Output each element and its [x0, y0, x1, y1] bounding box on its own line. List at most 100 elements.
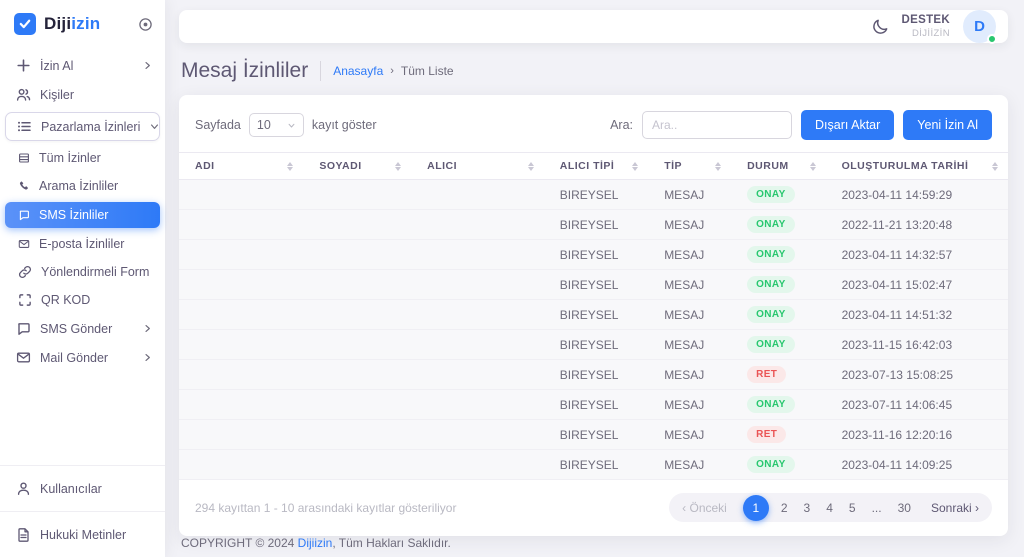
column-header-soyadi[interactable]: SOYADI — [303, 153, 411, 180]
export-button[interactable]: Dışarı Aktar — [801, 110, 894, 140]
chat-icon — [16, 321, 31, 336]
table-row[interactable]: BIREYSELMESAJRET2023-07-13 15:08:25 — [179, 360, 1008, 390]
column-header-durum[interactable]: DURUM — [731, 153, 826, 180]
table-header-row: ADI SOYADI ALICI ALICI TİPİ TİP DURUM OL… — [179, 153, 1008, 180]
dark-mode-moon-icon[interactable] — [872, 18, 889, 35]
sidebar-item-arama-izinliler[interactable]: Arama İzinliler — [0, 173, 165, 199]
page-title: Mesaj İzinliler — [181, 59, 308, 83]
chevron-down-icon — [149, 121, 160, 132]
sort-icon — [395, 162, 401, 171]
avatar[interactable]: D — [963, 10, 996, 43]
table-row[interactable]: BIREYSELMESAJONAY2023-04-11 15:02:47 — [179, 270, 1008, 300]
data-table-card: Sayfada 10 kayıt göster Ara: Dışarı Akta… — [179, 95, 1008, 536]
sidebar-item-izin-al[interactable]: İzin Al — [0, 52, 165, 79]
user-icon — [16, 481, 31, 496]
sidebar-item-pazarlama-izinleri[interactable]: Pazarlama İzinleri — [5, 112, 160, 141]
page-size-select[interactable]: 10 — [249, 113, 304, 137]
pagination-page[interactable]: 3 — [796, 501, 819, 515]
brand-name: Dijiizin — [44, 14, 100, 34]
pagination-ellipsis: ... — [864, 501, 890, 515]
table-row[interactable]: BIREYSELMESAJRET2023-11-16 12:20:16 — [179, 420, 1008, 450]
sort-icon — [992, 162, 998, 171]
sidebar-footer-hukuki: Hukuki Metinler — [0, 511, 165, 557]
mail-icon — [18, 238, 30, 250]
breadcrumb-home-link[interactable]: Anasayfa — [333, 64, 383, 78]
page-size-prefix: Sayfada — [195, 118, 241, 132]
sort-icon — [632, 162, 638, 171]
sidebar-pin-icon[interactable] — [138, 17, 153, 32]
copyright-brand-link[interactable]: Dijiizin — [298, 536, 333, 550]
status-badge: ONAY — [747, 186, 795, 203]
sidebar-item-qr-kod[interactable]: QR KOD — [0, 287, 165, 313]
chevron-right-icon — [142, 352, 153, 363]
breadcrumb-current: Tüm Liste — [401, 64, 454, 78]
sidebar-item-kisiler[interactable]: Kişiler — [0, 81, 165, 108]
sidebar-item-eposta-izinliler[interactable]: E-posta İzinliler — [0, 231, 165, 257]
link-icon — [18, 265, 32, 279]
status-badge: ONAY — [747, 276, 795, 293]
page-size-control: Sayfada 10 kayıt göster — [195, 113, 377, 137]
qr-scan-icon — [18, 293, 32, 307]
table-row[interactable]: BIREYSELMESAJONAY2023-04-11 14:09:25 — [179, 450, 1008, 480]
sidebar-item-kullanicilar[interactable]: Kullanıcılar — [0, 467, 165, 510]
sidebar-item-yonlendirmeli-form[interactable]: Yönlendirmeli Form — [0, 259, 165, 285]
sidebar-item-hukuki-metinler[interactable]: Hukuki Metinler — [0, 513, 165, 556]
column-header-tip[interactable]: TİP — [648, 153, 731, 180]
plus-icon — [16, 58, 31, 73]
sidebar: Dijiizin İzin Al Kişiler Pazarlama İzinl… — [0, 0, 165, 557]
status-badge: ONAY — [747, 396, 795, 413]
column-header-tarih[interactable]: OLUŞTURULMA TARİHİ — [826, 153, 1008, 180]
document-icon — [16, 527, 31, 542]
status-badge: ONAY — [747, 306, 795, 323]
table-row[interactable]: BIREYSELMESAJONAY2022-11-21 13:20:48 — [179, 210, 1008, 240]
page-header: Mesaj İzinliler Anasayfa › Tüm Liste — [181, 59, 1006, 83]
table-row[interactable]: BIREYSELMESAJONAY2023-11-15 16:42:03 — [179, 330, 1008, 360]
list-icon — [17, 119, 32, 134]
user-menu[interactable]: DESTEK DİJİİZİN — [902, 13, 950, 39]
column-header-adi[interactable]: ADI — [179, 153, 303, 180]
pagination-page[interactable]: 2 — [773, 501, 796, 515]
sidebar-item-mail-gonder[interactable]: Mail Gönder — [0, 344, 165, 371]
pagination-next[interactable]: Sonraki › — [919, 501, 987, 515]
pagination-page[interactable]: 4 — [818, 501, 841, 515]
pagination: ‹ Önceki 1 2 3 4 5 ... 30 Sonraki › — [669, 493, 992, 522]
search-label: Ara: — [610, 118, 633, 132]
topbar: DESTEK DİJİİZİN D — [179, 10, 1008, 43]
brand-logo-check-icon — [14, 13, 36, 35]
sort-icon — [287, 162, 293, 171]
table-row[interactable]: BIREYSELMESAJONAY2023-04-11 14:32:57 — [179, 240, 1008, 270]
table-row[interactable]: BIREYSELMESAJONAY2023-04-11 14:51:32 — [179, 300, 1008, 330]
status-badge: ONAY — [747, 246, 795, 263]
column-header-alici[interactable]: ALICI — [411, 153, 544, 180]
pagination-page[interactable]: 5 — [841, 501, 864, 515]
breadcrumb: Anasayfa › Tüm Liste — [333, 64, 453, 78]
column-header-alici-tipi[interactable]: ALICI TİPİ — [544, 153, 648, 180]
title-divider — [320, 61, 321, 81]
pagination-page[interactable]: 30 — [890, 501, 919, 515]
phone-icon — [18, 180, 30, 192]
chat-icon — [18, 209, 30, 221]
sidebar-item-tum-izinler[interactable]: Tüm İzinler — [0, 145, 165, 171]
pagination-page-active[interactable]: 1 — [743, 495, 769, 521]
new-permission-button[interactable]: Yeni İzin Al — [903, 110, 992, 140]
page-size-value: 10 — [257, 118, 271, 132]
chevron-down-icon — [287, 121, 296, 130]
table-controls: Sayfada 10 kayıt göster Ara: Dışarı Akta… — [179, 108, 1008, 152]
main-area: DESTEK DİJİİZİN D Mesaj İzinliler Anasay… — [165, 0, 1024, 557]
user-name: DESTEK — [902, 13, 950, 27]
sidebar-item-sms-gonder[interactable]: SMS Gönder — [0, 315, 165, 342]
copyright-prefix: COPYRIGHT © 2024 — [181, 536, 298, 550]
app-window: Dijiizin İzin Al Kişiler Pazarlama İzinl… — [0, 0, 1024, 557]
sort-icon — [528, 162, 534, 171]
permissions-table: ADI SOYADI ALICI ALICI TİPİ TİP DURUM OL… — [179, 152, 1008, 480]
search-input[interactable] — [642, 111, 792, 139]
table-row[interactable]: BIREYSELMESAJONAY2023-04-11 14:59:29 — [179, 180, 1008, 210]
status-badge: RET — [747, 366, 786, 383]
brand[interactable]: Dijiizin — [0, 0, 165, 47]
sidebar-item-sms-izinliler[interactable]: SMS İzinliler — [5, 202, 160, 228]
table-row[interactable]: BIREYSELMESAJONAY2023-07-11 14:06:45 — [179, 390, 1008, 420]
sidebar-footer-kullanicilar: Kullanıcılar — [0, 465, 165, 511]
pagination-prev[interactable]: ‹ Önceki — [674, 501, 739, 515]
people-icon — [16, 87, 31, 102]
status-badge: ONAY — [747, 336, 795, 353]
